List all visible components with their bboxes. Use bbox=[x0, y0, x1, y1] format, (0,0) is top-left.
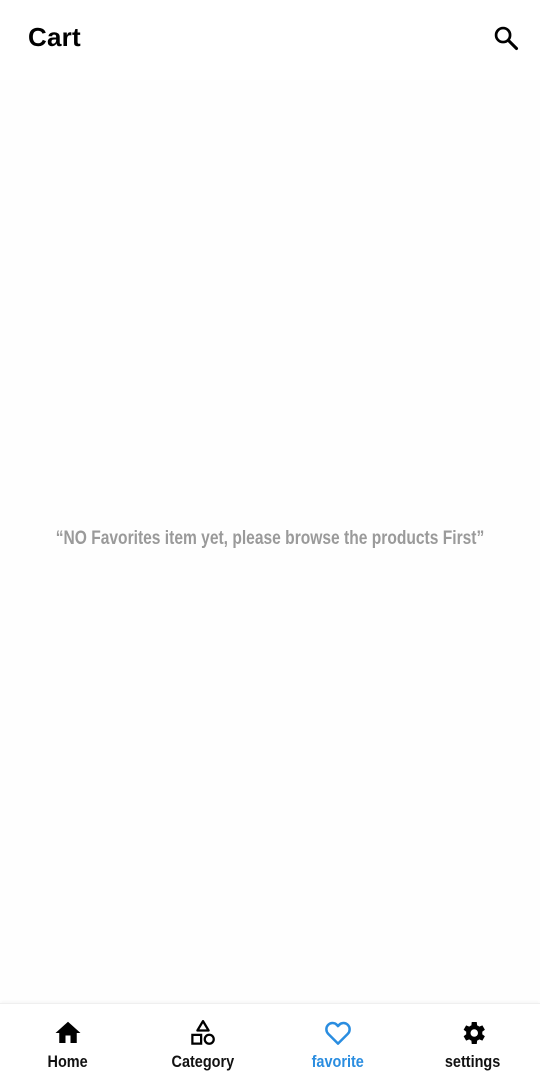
nav-label-settings: settings bbox=[444, 1052, 501, 1071]
empty-favorites-message: “NO Favorites item yet, please browse th… bbox=[55, 528, 485, 549]
home-icon bbox=[53, 1018, 83, 1048]
nav-label-favorite: favorite bbox=[311, 1052, 364, 1071]
gear-icon bbox=[458, 1018, 488, 1048]
nav-item-settings[interactable]: settings bbox=[405, 1004, 540, 1084]
nav-item-home[interactable]: Home bbox=[0, 1004, 135, 1084]
app-bar: Cart bbox=[0, 0, 540, 80]
page-title: Cart bbox=[28, 22, 81, 52]
nav-label-home: Home bbox=[47, 1052, 88, 1071]
search-button[interactable] bbox=[490, 22, 522, 54]
heart-icon bbox=[323, 1018, 353, 1048]
nav-item-category[interactable]: Category bbox=[135, 1004, 270, 1084]
nav-item-favorite[interactable]: favorite bbox=[270, 1004, 405, 1084]
bottom-navigation: Home Category favorite settings bbox=[0, 1003, 540, 1084]
nav-label-category: Category bbox=[171, 1052, 234, 1071]
search-icon bbox=[494, 26, 519, 51]
shapes-icon bbox=[188, 1018, 218, 1048]
